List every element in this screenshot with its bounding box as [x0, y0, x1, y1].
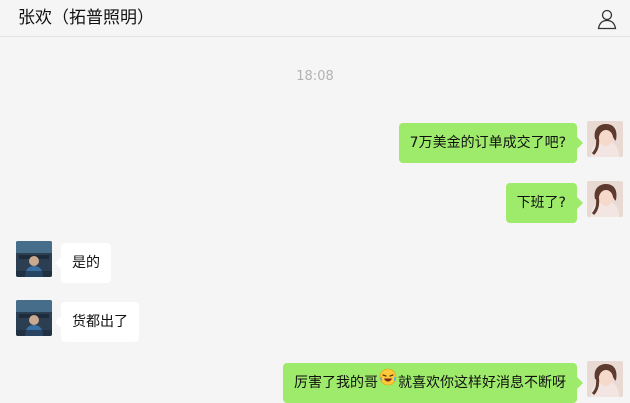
chat-title: 张欢（拓普照明） — [18, 8, 154, 28]
contact-avatar[interactable] — [16, 241, 52, 277]
message-bubble-sent[interactable]: 7万美金的订单成交了吧? — [398, 123, 584, 163]
laughing-face-emoji — [379, 362, 397, 402]
chat-header: 张欢（拓普照明） — [0, 0, 630, 37]
message-text: 就喜欢你这样好消息不断呀 — [398, 375, 566, 391]
message-text: 厉害了我的哥 — [294, 375, 378, 391]
my-avatar[interactable] — [587, 361, 623, 397]
message-bubble-received[interactable]: 是的 — [55, 243, 111, 283]
message-bubble-sent[interactable]: 厉害了我的哥 就喜欢你这样好消息不断呀 — [283, 362, 583, 403]
my-avatar[interactable] — [587, 181, 623, 217]
contact-avatar[interactable] — [16, 300, 52, 336]
message-timestamp: 18:08 — [296, 69, 334, 84]
message-bubble-received[interactable]: 货都出了 — [55, 302, 139, 342]
person-icon[interactable] — [596, 8, 618, 30]
my-avatar[interactable] — [587, 121, 623, 157]
message-bubble-sent[interactable]: 下班了? — [505, 183, 584, 223]
